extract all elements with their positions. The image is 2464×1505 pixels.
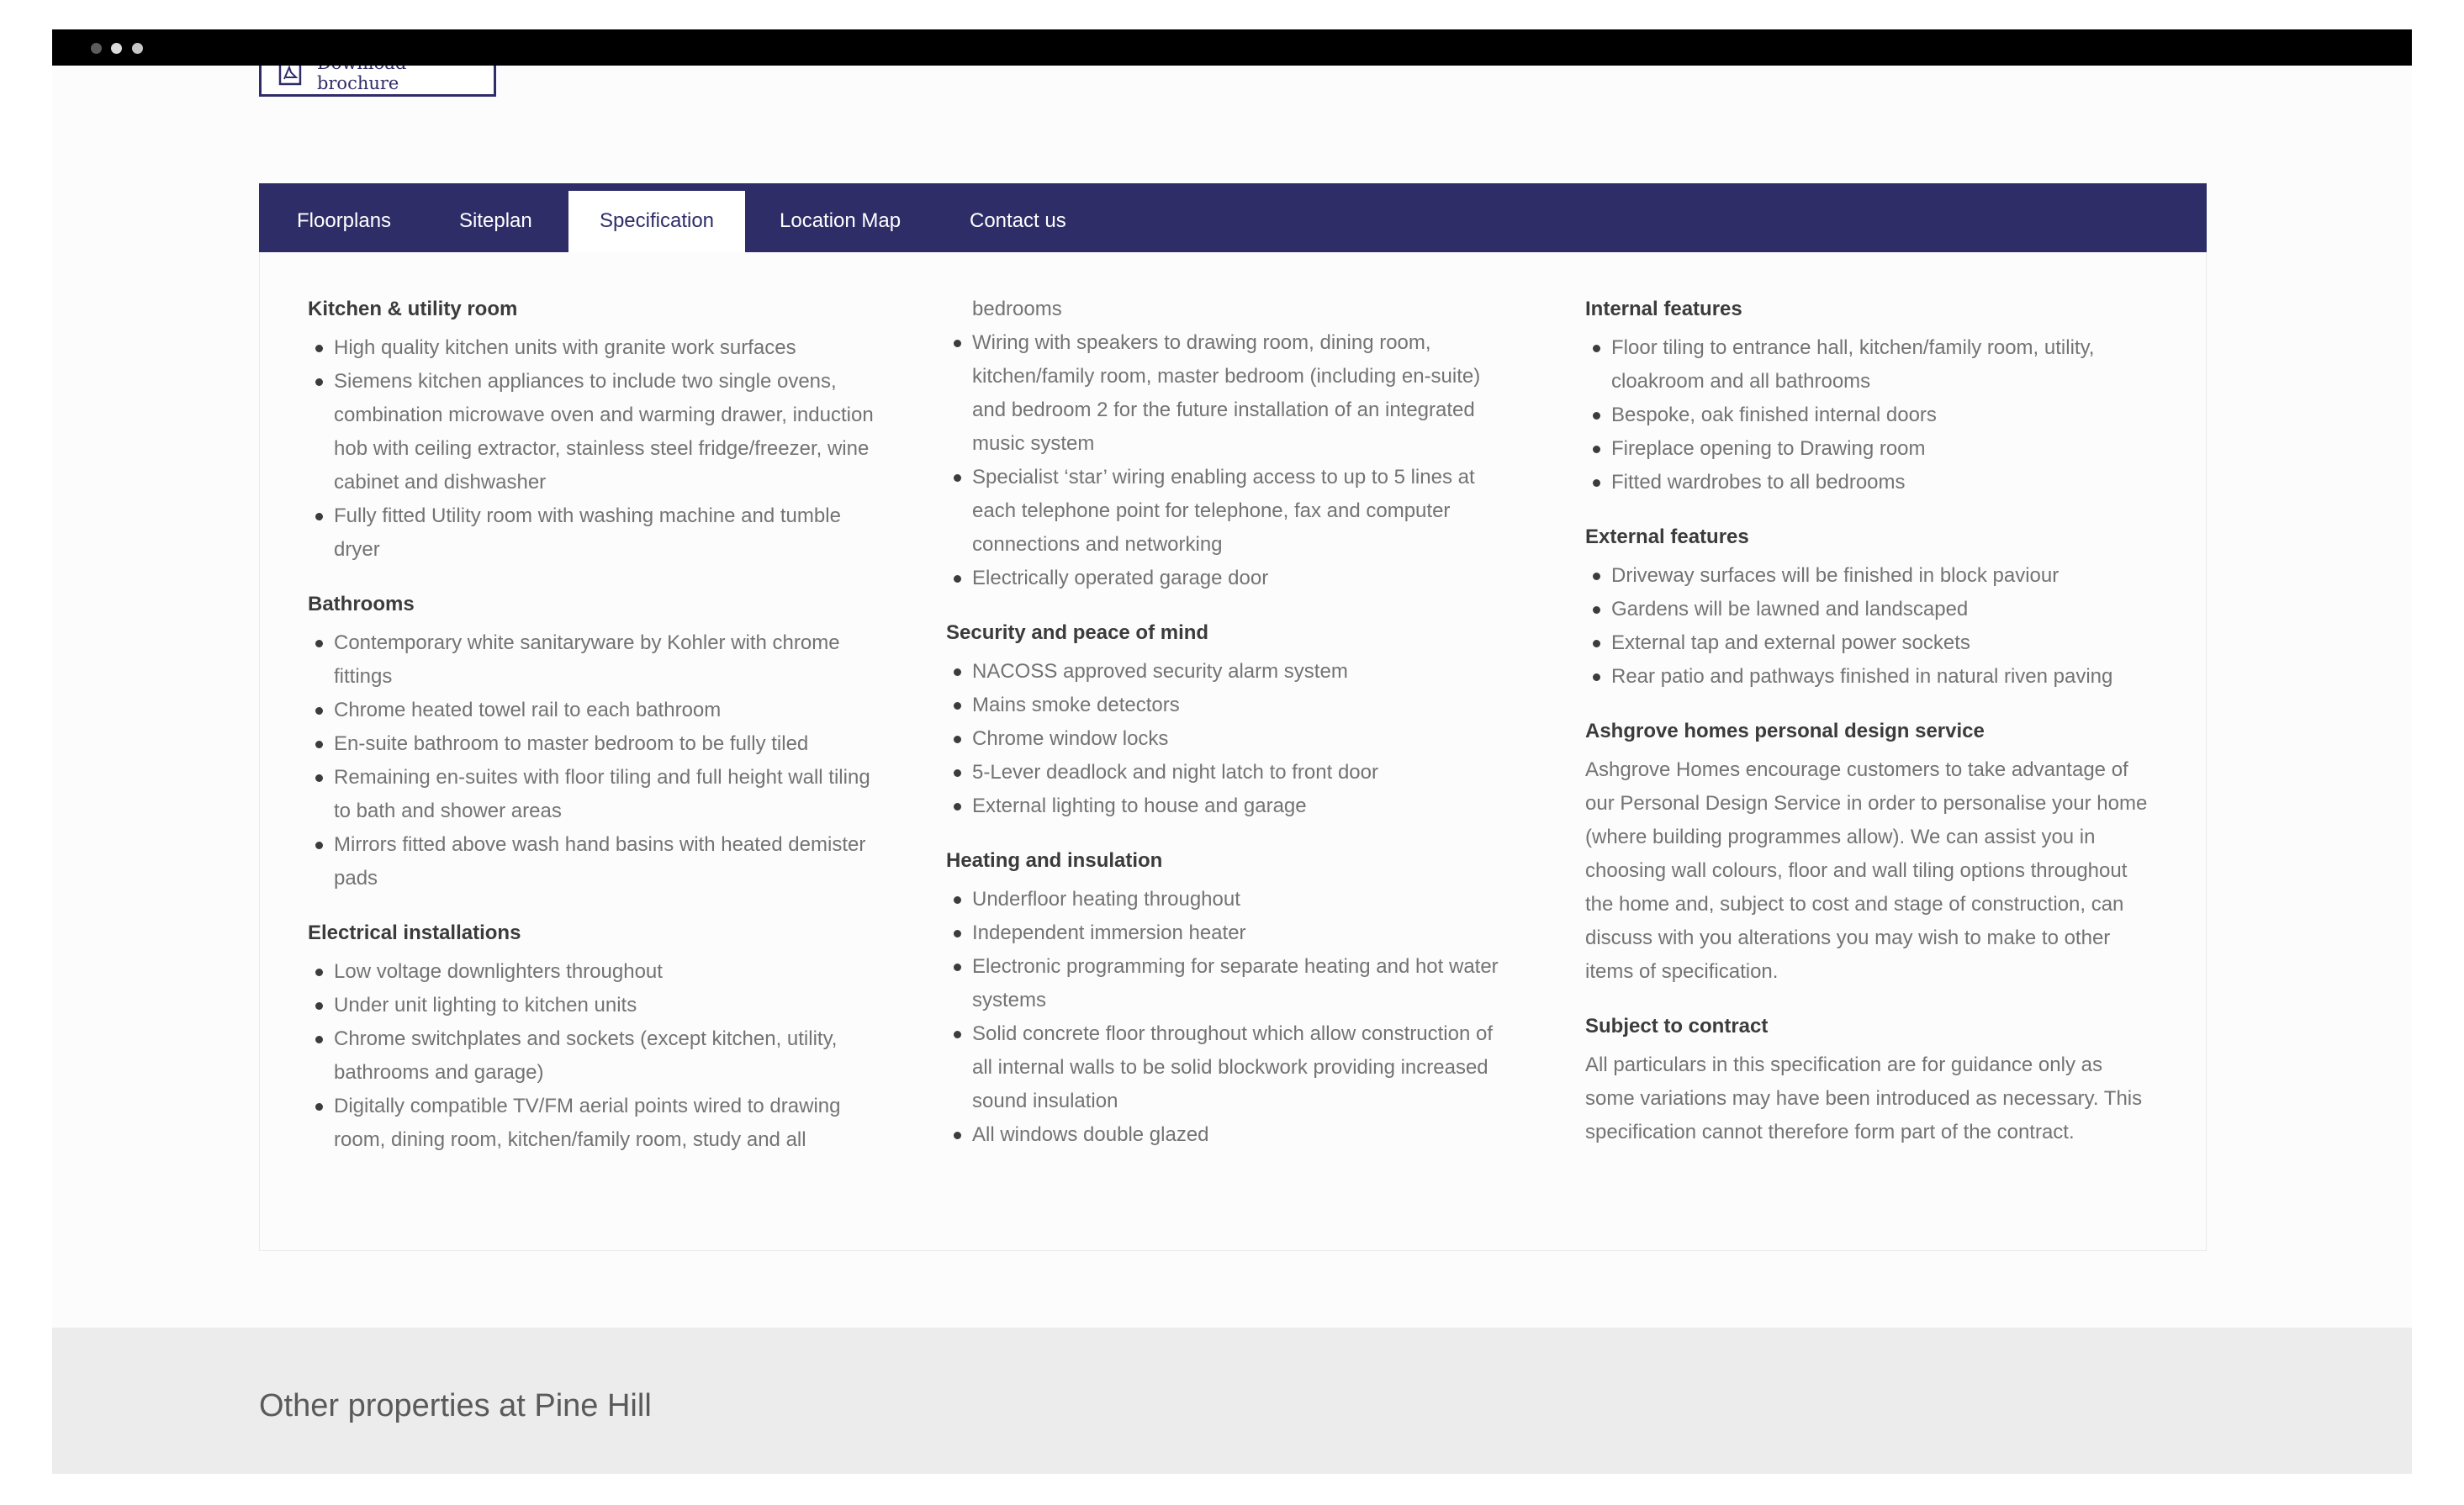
list-item: Floor tiling to entrance hall, kitchen/f… bbox=[1585, 331, 2157, 399]
list-item: Chrome window locks bbox=[946, 722, 1518, 756]
list-item: Solid concrete floor throughout which al… bbox=[946, 1017, 1518, 1118]
list-item: Mains smoke detectors bbox=[946, 689, 1518, 722]
list-item: Rear patio and pathways finished in natu… bbox=[1585, 660, 2157, 694]
list-item: Siemens kitchen appliances to include tw… bbox=[308, 365, 880, 499]
section-title-heating: Heating and insulation bbox=[946, 849, 1163, 872]
window-titlebar bbox=[52, 29, 2412, 66]
bathrooms-list: Contemporary white sanitaryware by Kohle… bbox=[308, 626, 880, 895]
section-title-bathrooms: Bathrooms bbox=[308, 593, 415, 615]
spec-column-1: Kitchen & utility room High quality kitc… bbox=[308, 293, 880, 1157]
tab-location-map[interactable]: Location Map bbox=[780, 191, 901, 252]
list-item: NACOSS approved security alarm system bbox=[946, 655, 1518, 689]
list-item: External tap and external power sockets bbox=[1585, 626, 2157, 660]
specification-panel: Kitchen & utility room High quality kitc… bbox=[259, 252, 2207, 1251]
other-properties-title: Other properties at Pine Hill bbox=[259, 1388, 652, 1423]
list-item: Electrically operated garage door bbox=[946, 562, 1518, 595]
list-item: Mirrors fitted above wash hand basins wi… bbox=[308, 828, 880, 895]
external-list: Driveway surfaces will be finished in bl… bbox=[1585, 559, 2157, 694]
contract-text: All particulars in this specification ar… bbox=[1585, 1054, 2143, 1143]
section-title-design-service: Ashgrove homes personal design service bbox=[1585, 720, 1985, 742]
section-title-security: Security and peace of mind bbox=[946, 621, 1209, 644]
tab-specification[interactable]: Specification bbox=[568, 191, 745, 252]
list-item: Digitally compatible TV/FM aerial points… bbox=[308, 1090, 880, 1157]
tab-floorplans[interactable]: Floorplans bbox=[297, 191, 391, 252]
list-item: External lighting to house and garage bbox=[946, 789, 1518, 823]
section-title-contract: Subject to contract bbox=[1585, 1015, 1769, 1038]
list-item: Gardens will be lawned and landscaped bbox=[1585, 593, 2157, 626]
window-minimize-button[interactable] bbox=[111, 43, 122, 54]
list-item: Independent immersion heater bbox=[946, 916, 1518, 950]
list-item: Contemporary white sanitaryware by Kohle… bbox=[308, 626, 880, 694]
spec-column-2: bedrooms Wiring with speakers to drawing… bbox=[946, 293, 1518, 1152]
security-list: NACOSS approved security alarm system Ma… bbox=[946, 655, 1518, 823]
list-item: Fully fitted Utility room with washing m… bbox=[308, 499, 880, 567]
tab-contact-us[interactable]: Contact us bbox=[970, 191, 1066, 252]
list-item: En-suite bathroom to master bedroom to b… bbox=[308, 727, 880, 761]
list-item: Chrome heated towel rail to each bathroo… bbox=[308, 694, 880, 727]
electrical-list-continued: Wiring with speakers to drawing room, di… bbox=[946, 326, 1518, 595]
list-item: Fireplace opening to Drawing room bbox=[1585, 432, 2157, 466]
section-title-electrical: Electrical installations bbox=[308, 921, 521, 944]
list-item-continued: bedrooms bbox=[972, 298, 1062, 320]
internal-list: Floor tiling to entrance hall, kitchen/f… bbox=[1585, 331, 2157, 499]
list-item: Wiring with speakers to drawing room, di… bbox=[946, 326, 1518, 461]
list-item: Driveway surfaces will be finished in bl… bbox=[1585, 559, 2157, 593]
tab-siteplan[interactable]: Siteplan bbox=[459, 191, 532, 252]
list-item: Underfloor heating throughout bbox=[946, 883, 1518, 916]
heating-list: Underfloor heating throughout Independen… bbox=[946, 883, 1518, 1152]
property-tabs: Floorplans Siteplan Specification Locati… bbox=[259, 183, 2207, 252]
section-title-external: External features bbox=[1585, 525, 1749, 548]
list-item: Chrome switchplates and sockets (except … bbox=[308, 1022, 880, 1090]
electrical-list: Low voltage downlighters throughout Unde… bbox=[308, 955, 880, 1157]
list-item: Bespoke, oak finished internal doors bbox=[1585, 399, 2157, 432]
browser-window: Download brochure Fitted wardrobes to al… bbox=[52, 29, 2412, 1474]
list-item: Electronic programming for separate heat… bbox=[946, 950, 1518, 1017]
list-item: All windows double glazed bbox=[946, 1118, 1518, 1152]
section-title-internal: Internal features bbox=[1585, 298, 1742, 320]
design-service-text: Ashgrove Homes encourage customers to ta… bbox=[1585, 758, 2148, 983]
list-item: Low voltage downlighters throughout bbox=[308, 955, 880, 989]
list-item: Under unit lighting to kitchen units bbox=[308, 989, 880, 1022]
list-item: 5-Lever deadlock and night latch to fron… bbox=[946, 756, 1518, 789]
window-close-button[interactable] bbox=[91, 43, 102, 54]
list-item: Specialist ‘star’ wiring enabling access… bbox=[946, 461, 1518, 562]
kitchen-list: High quality kitchen units with granite … bbox=[308, 331, 880, 567]
spec-column-3: Internal features Floor tiling to entran… bbox=[1585, 293, 2157, 1149]
window-maximize-button[interactable] bbox=[132, 43, 143, 54]
list-item: Fitted wardrobes to all bedrooms bbox=[1585, 466, 2157, 499]
list-item: High quality kitchen units with granite … bbox=[308, 331, 880, 365]
list-item: Remaining en-suites with floor tiling an… bbox=[308, 761, 880, 828]
section-title-kitchen: Kitchen & utility room bbox=[308, 298, 518, 320]
